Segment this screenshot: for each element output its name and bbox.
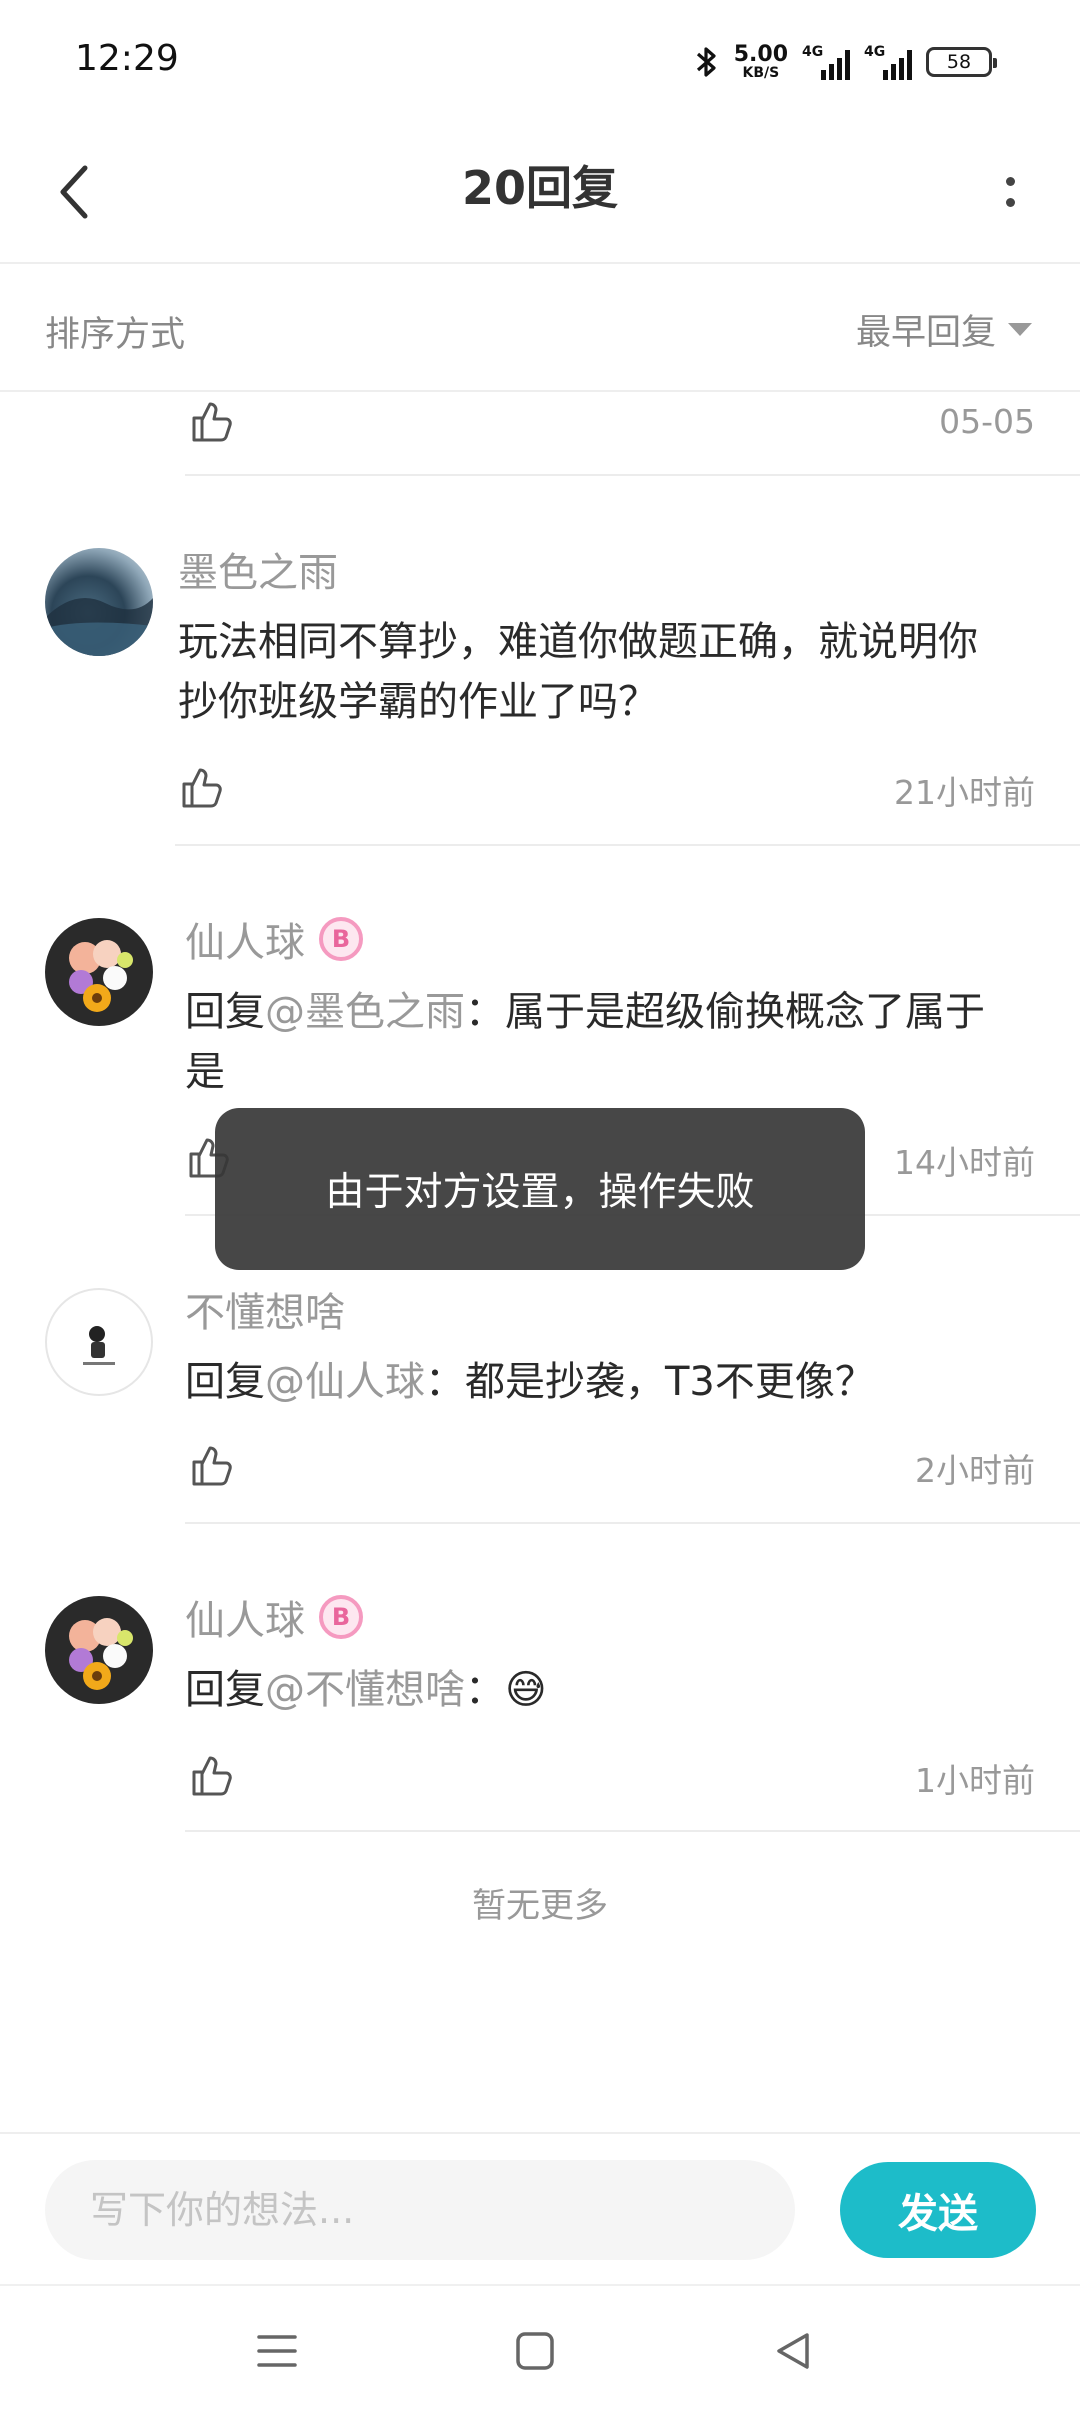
avatar[interactable] (45, 1596, 153, 1704)
sort-selected-value: 最早回复 (855, 313, 996, 353)
thumbs-up-icon[interactable] (178, 764, 224, 810)
comment-item: 仙人球 B 回复@不懂想啥：😅 1小时前 (0, 1524, 1080, 1834)
user-name[interactable]: 墨色之雨 (178, 540, 338, 598)
comment-time: 1小时前 (915, 1761, 1035, 1800)
back-nav-button[interactable] (758, 2316, 828, 2386)
comment-time: 14小时前 (894, 1143, 1035, 1182)
comment-text: 玩法相同不算抄，难道你做题正确，就说明你 抄你班级学霸的作业了吗？ (178, 619, 978, 725)
comment-time: 21小时前 (894, 773, 1035, 812)
comment-input-bar: 发送 (0, 2132, 1080, 2284)
toast-message: 由于对方设置，操作失败 (215, 1108, 865, 1270)
comment-input[interactable] (45, 2160, 795, 2260)
user-level-badge: B (319, 1595, 363, 1639)
thumbs-up-icon[interactable] (188, 1752, 234, 1798)
home-nav-button[interactable] (500, 2316, 570, 2386)
user-level-badge: B (319, 917, 363, 961)
sort-label: 排序方式 (45, 315, 186, 355)
thumbs-up-icon[interactable] (188, 1442, 234, 1488)
system-nav-bar (0, 2284, 1080, 2412)
mention-link[interactable]: @仙人球 (265, 1359, 425, 1405)
page-title: 20回复 (461, 161, 618, 215)
menu-nav-button[interactable] (242, 2316, 312, 2386)
mention-link[interactable]: @不懂想啥 (265, 1667, 465, 1713)
square-home-icon (516, 2332, 554, 2370)
comment-time: 05-05 (939, 402, 1035, 441)
divider (185, 1830, 1080, 1832)
send-button[interactable]: 发送 (840, 2162, 1036, 2258)
status-bar: 12:29 5.00 KB/S 4G 4G 58 (0, 0, 1080, 120)
avatar[interactable] (45, 1288, 153, 1396)
triangle-back-icon (777, 2333, 809, 2369)
comment-time: 2小时前 (915, 1451, 1035, 1490)
no-more-label: 暂无更多 (472, 1886, 608, 1926)
status-icons: 5.00 KB/S 4G 4G 58 (694, 38, 997, 86)
comment-text: 回复@仙人球：都是抄袭，T3不更像？ (185, 1359, 875, 1405)
comment-item: 墨色之雨 玩法相同不算抄，难道你做题正确，就说明你 抄你班级学霸的作业了吗？ 2… (0, 476, 1080, 846)
bluetooth-icon (696, 47, 716, 77)
comment-item-partial: 05-05 (0, 392, 1080, 476)
status-time: 12:29 (75, 38, 179, 79)
thumbs-up-icon[interactable] (188, 398, 234, 444)
more-vertical-icon (1005, 177, 1015, 186)
sort-bar: 排序方式 最早回复 (0, 266, 1080, 392)
avatar[interactable] (45, 548, 153, 656)
network-speed: 5.00 KB/S (733, 42, 788, 81)
user-name[interactable]: 仙人球 B (185, 910, 363, 968)
app-header: 20回复 (0, 120, 1080, 264)
comment-text: 回复@不懂想啥：😅 (185, 1667, 547, 1713)
signal-icon-sim2: 4G (864, 44, 912, 80)
mention-link[interactable]: @墨色之雨 (265, 989, 465, 1035)
avatar[interactable] (45, 918, 153, 1026)
user-name[interactable]: 仙人球 B (185, 1588, 363, 1646)
battery-icon: 58 (926, 47, 997, 77)
user-name[interactable]: 不懂想啥 (185, 1280, 345, 1338)
caret-down-icon (1008, 323, 1032, 336)
comment-text: 回复@墨色之雨：属于是超级偷换概念了属于 是 (185, 989, 985, 1095)
signal-icon-sim1: 4G (802, 44, 850, 80)
sort-dropdown[interactable]: 最早回复 (856, 304, 1032, 355)
more-button[interactable] (980, 152, 1040, 232)
menu-icon (257, 2335, 297, 2367)
